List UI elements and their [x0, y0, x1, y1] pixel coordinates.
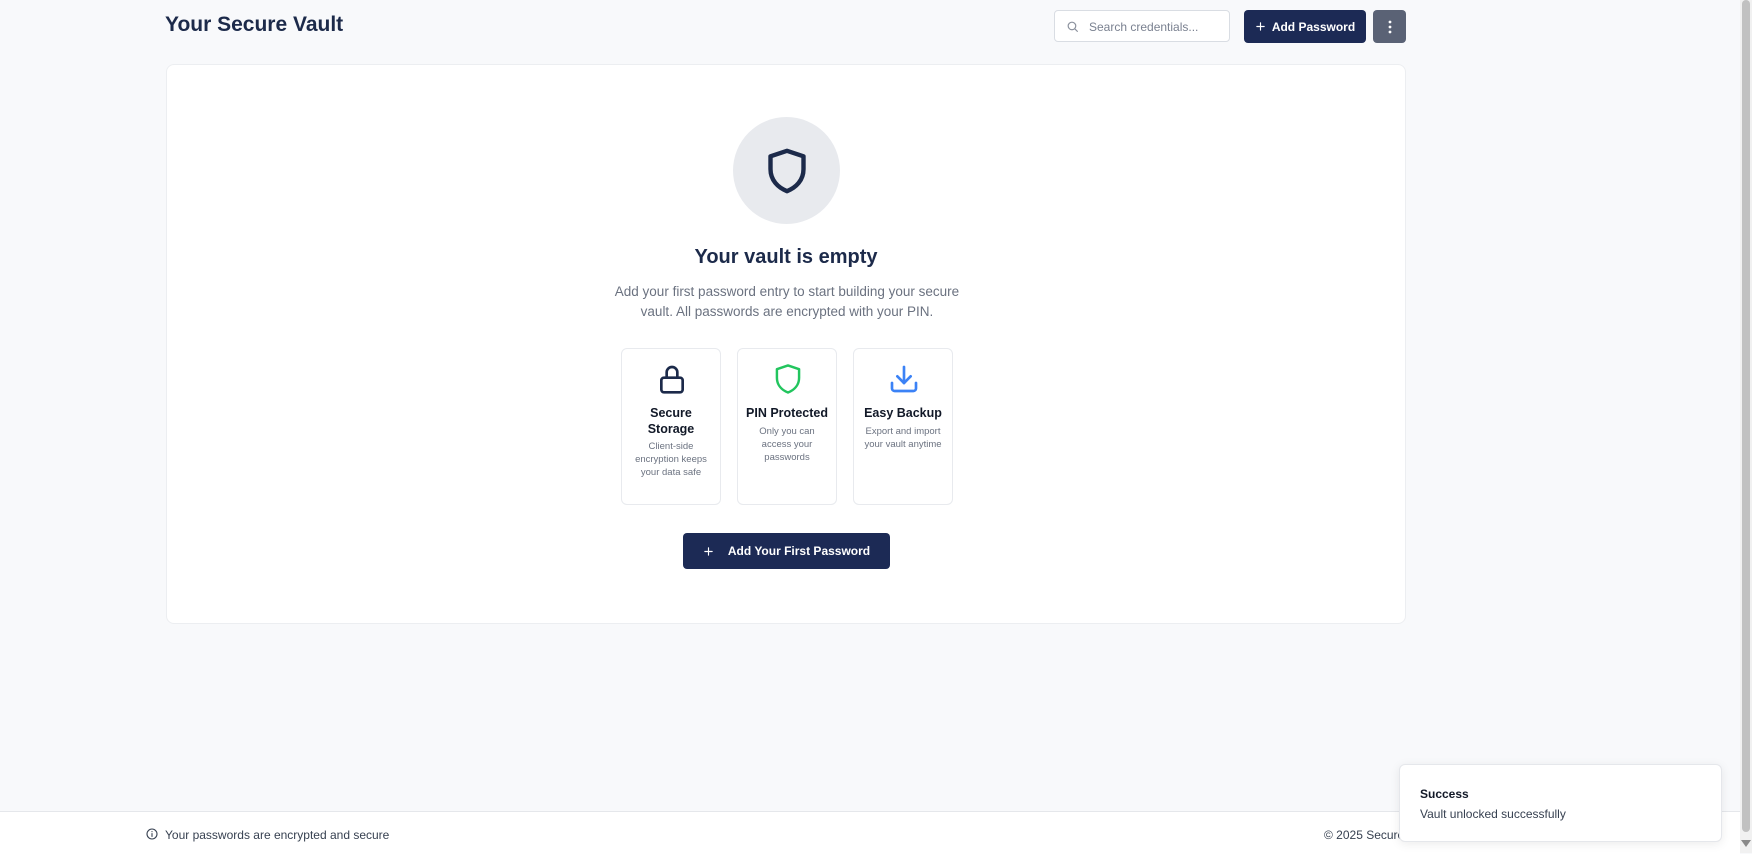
lock-icon: [660, 365, 684, 394]
feature-description: Only you can access your passwords: [759, 426, 815, 463]
page-scrollbar[interactable]: [1740, 0, 1752, 853]
info-icon: [146, 828, 158, 840]
feature-description: Client-side encryption keeps your data s…: [635, 441, 707, 478]
empty-state-description: Add your first password entry to start b…: [614, 284, 960, 319]
feature-title: Secure Storage: [647, 406, 695, 436]
toast-message: Vault unlocked successfully: [1420, 807, 1566, 821]
top-bar: Your Secure Vault Add Password: [0, 0, 1740, 54]
feature-title: PIN Protected: [746, 406, 828, 420]
feature-card-secure-storage: Secure Storage Client-side encryption ke…: [621, 348, 721, 505]
feature-title: Easy Backup: [864, 406, 942, 420]
feature-card-easy-backup: Easy Backup Export and import your vault…: [853, 348, 953, 505]
add-password-button[interactable]: Add Password: [1244, 10, 1366, 43]
scroll-down-arrow-icon[interactable]: [1741, 840, 1751, 848]
download-icon: [890, 365, 918, 393]
add-first-password-label: Add Your First Password: [727, 544, 871, 558]
add-first-password-button[interactable]: Add Your First Password: [683, 533, 890, 569]
search-input[interactable]: [1087, 11, 1229, 43]
toast-title: Success: [1420, 787, 1469, 801]
feature-card-pin-protected: PIN Protected Only you can access your p…: [737, 348, 837, 505]
plus-icon: [1256, 22, 1265, 31]
shield-icon: [767, 148, 806, 193]
add-password-label: Add Password: [1271, 19, 1356, 34]
empty-vault-card: Your vault is empty Add your first passw…: [166, 64, 1406, 624]
more-options-button[interactable]: [1373, 10, 1406, 43]
shield-icon: [775, 364, 801, 394]
empty-state-title: Your vault is empty: [694, 246, 878, 268]
scrollbar-thumb[interactable]: [1742, 0, 1750, 832]
security-note: Your passwords are encrypted and secure: [165, 828, 390, 842]
search-box[interactable]: [1054, 10, 1230, 43]
copyright-text: © 2025 Secure: [1324, 828, 1405, 842]
more-vertical-icon: [1388, 20, 1391, 33]
page-title: Your Secure Vault: [165, 13, 344, 36]
hero-icon-circle: [733, 117, 840, 224]
search-icon: [1067, 21, 1078, 32]
feature-description: Export and import your vault anytime: [864, 426, 942, 450]
plus-icon: [704, 546, 713, 556]
success-toast: Success Vault unlocked successfully: [1399, 764, 1722, 842]
